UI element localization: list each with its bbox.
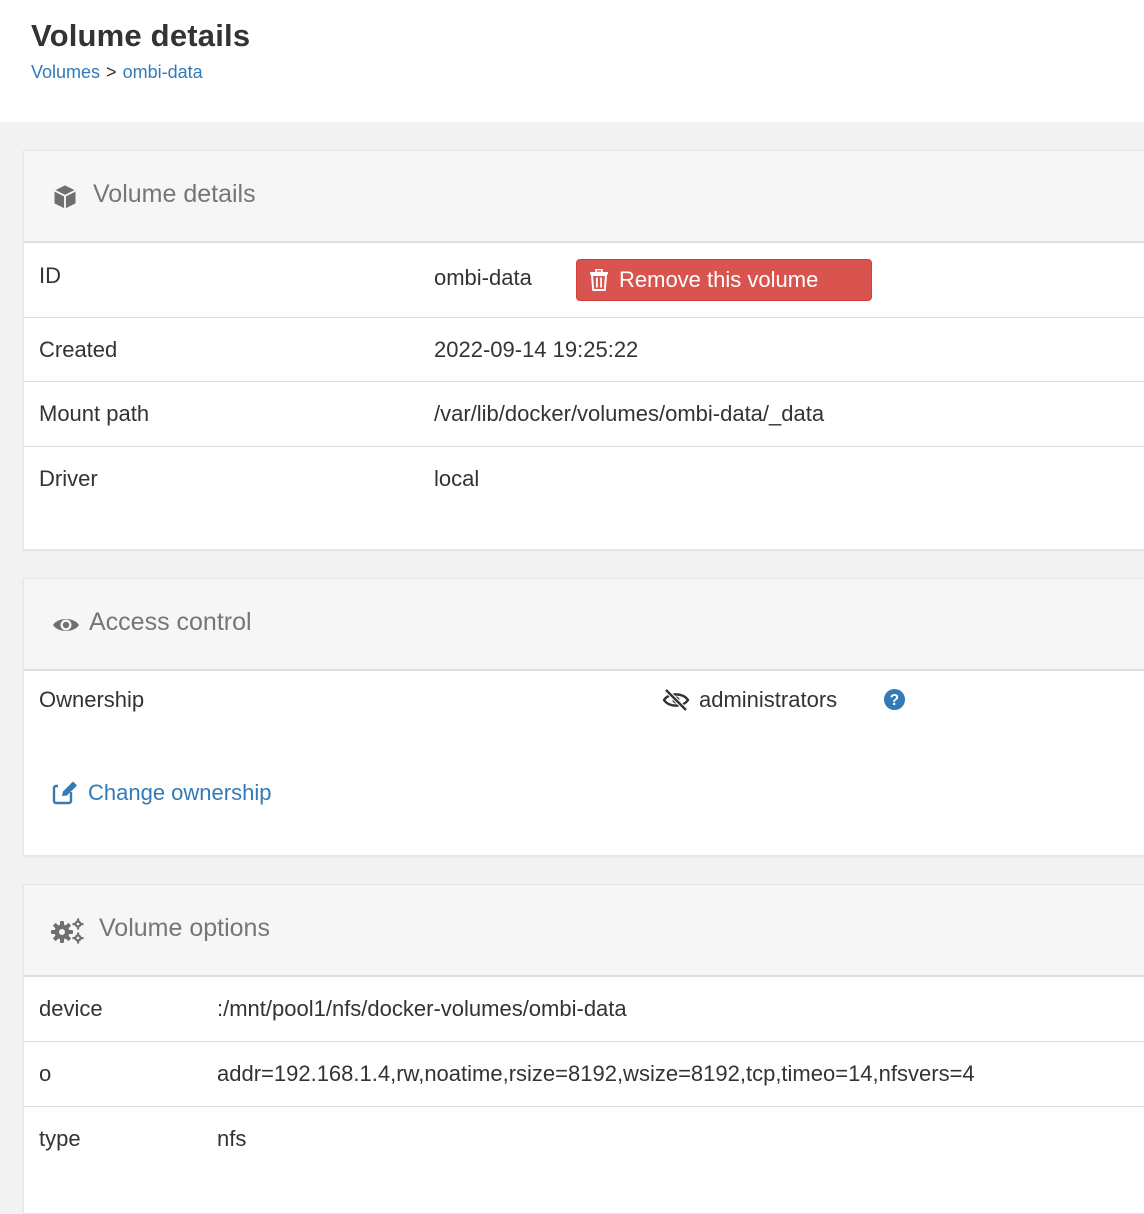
question-circle-icon[interactable]: ? bbox=[883, 688, 906, 711]
option-row-device: device :/mnt/pool1/nfs/docker-volumes/om… bbox=[24, 977, 1144, 1042]
access-control-header: Access control bbox=[24, 579, 1144, 671]
option-value-device: :/mnt/pool1/nfs/docker-volumes/ombi-data bbox=[217, 996, 627, 1021]
details-row-mount-path: Mount path /var/lib/docker/volumes/ombi-… bbox=[24, 382, 1144, 447]
breadcrumb-current-link[interactable]: ombi-data bbox=[123, 62, 203, 82]
mount-path-label: Mount path bbox=[39, 401, 150, 426]
eye-icon bbox=[53, 619, 79, 631]
breadcrumb: Volumes > ombi-data bbox=[31, 62, 203, 83]
driver-label: Driver bbox=[39, 466, 98, 491]
page-title: Volume details bbox=[31, 18, 251, 53]
breadcrumb-separator: > bbox=[106, 62, 117, 82]
ownership-value: administrators bbox=[699, 687, 838, 712]
page-header: Volume details Volumes > ombi-data bbox=[0, 0, 1144, 122]
option-row-o: o addr=192.168.1.4,rw,noatime,rsize=8192… bbox=[24, 1042, 1144, 1107]
svg-text:?: ? bbox=[890, 692, 899, 709]
volume-options-widget: Volume options device :/mnt/pool1/nfs/do… bbox=[23, 884, 1144, 1214]
change-ownership-label: Change ownership bbox=[88, 780, 272, 805]
id-label: ID bbox=[39, 263, 61, 288]
option-key-type: type bbox=[39, 1126, 81, 1151]
remove-volume-button[interactable]: Remove this volume bbox=[576, 259, 872, 301]
details-row-driver: Driver local bbox=[24, 447, 1144, 547]
option-key-o: o bbox=[39, 1061, 52, 1086]
ownership-label: Ownership bbox=[39, 687, 145, 712]
volume-options-title: Volume options bbox=[99, 914, 270, 942]
driver-value: local bbox=[434, 466, 480, 491]
id-value: ombi-data bbox=[434, 265, 532, 290]
option-value-o: addr=192.168.1.4,rw,noatime,rsize=8192,w… bbox=[217, 1061, 975, 1086]
remove-volume-label: Remove this volume bbox=[619, 267, 819, 292]
access-control-body: Ownership administrators ? Change owners… bbox=[24, 671, 1144, 855]
trash-icon bbox=[590, 269, 608, 291]
created-label: Created bbox=[39, 337, 118, 362]
volume-options-header: Volume options bbox=[24, 885, 1144, 977]
details-row-created: Created 2022-09-14 19:25:22 bbox=[24, 318, 1144, 382]
details-row-id: ID ombi-data Remove this volume bbox=[24, 243, 1144, 318]
cube-icon bbox=[54, 185, 76, 209]
option-key-device: device bbox=[39, 996, 103, 1021]
volume-details-widget: Volume details ID ombi-data Remove this … bbox=[23, 150, 1144, 550]
created-value: 2022-09-14 19:25:22 bbox=[434, 337, 639, 362]
gears-icon bbox=[51, 918, 84, 944]
volume-details-title: Volume details bbox=[93, 180, 256, 208]
mount-path-value: /var/lib/docker/volumes/ombi-data/_data bbox=[434, 401, 825, 426]
change-ownership-link[interactable]: Change ownership bbox=[52, 780, 271, 806]
volume-details-header: Volume details bbox=[24, 151, 1144, 243]
breadcrumb-volumes-link[interactable]: Volumes bbox=[31, 62, 100, 82]
option-value-type: nfs bbox=[217, 1126, 247, 1151]
eye-slash-icon bbox=[662, 688, 690, 712]
option-row-type: type nfs bbox=[24, 1107, 1144, 1207]
access-control-title: Access control bbox=[89, 608, 252, 636]
access-control-widget: Access control Ownership administrators … bbox=[23, 578, 1144, 856]
edit-icon bbox=[52, 781, 78, 805]
